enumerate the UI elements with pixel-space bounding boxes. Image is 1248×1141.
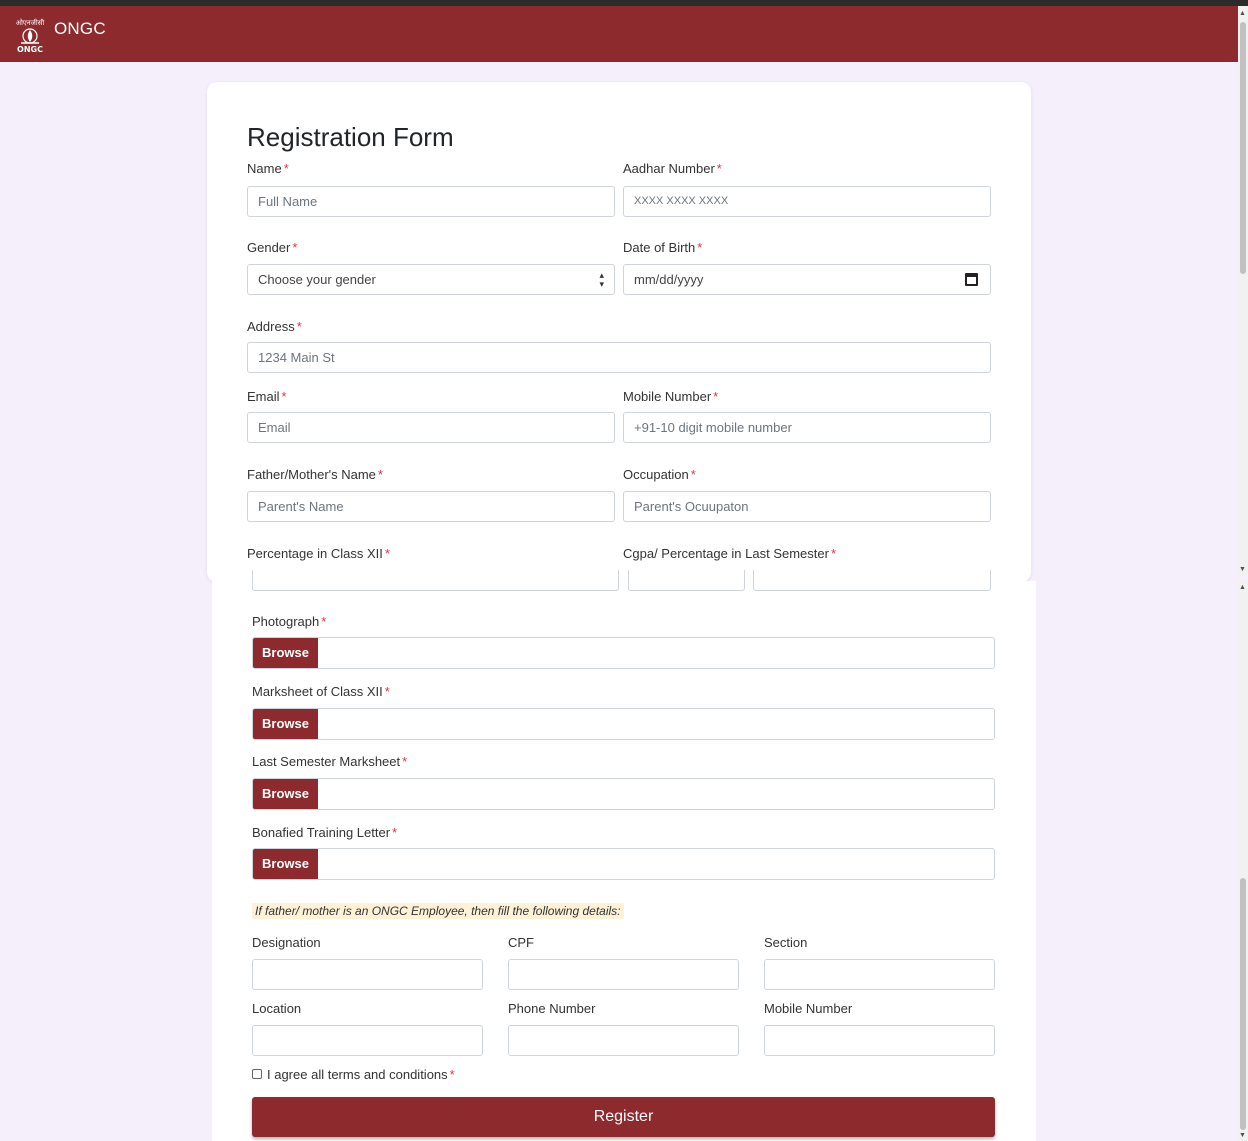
page-title: Registration Form	[247, 122, 454, 152]
location-input[interactable]	[252, 1025, 483, 1056]
cpf-label: CPF	[508, 935, 534, 950]
cgpa-type-select[interactable]	[628, 570, 745, 591]
scrollbar-thumb[interactable]	[1240, 878, 1246, 1130]
aadhar-label: Aadhar Number *	[623, 161, 722, 176]
ongc-logo-icon[interactable]: ओएनजीसी ONGC	[10, 16, 50, 54]
browse-button[interactable]: Browse	[253, 779, 318, 809]
scrollbar-upper[interactable]: ▲ ▼	[1238, 6, 1248, 576]
mobile-label: Mobile Number *	[623, 389, 719, 404]
marksheet-xii-file-input[interactable]: Browse	[252, 708, 995, 740]
browse-button[interactable]: Browse	[253, 638, 318, 668]
training-letter-file-input[interactable]: Browse	[252, 848, 995, 880]
name-input[interactable]: Full Name	[247, 186, 615, 217]
aadhar-input[interactable]: XXXX XXXX XXXX	[623, 186, 991, 217]
dob-input[interactable]: mm/dd/yyyy	[623, 264, 991, 295]
percentage-xii-label: Percentage in Class XII *	[247, 546, 390, 561]
parent-name-label: Father/Mother's Name *	[247, 467, 383, 482]
phone-number-input[interactable]	[508, 1025, 739, 1056]
photograph-file-input[interactable]: Browse	[252, 637, 995, 669]
location-label: Location	[252, 1001, 302, 1016]
photograph-label: Photograph *	[252, 614, 327, 629]
gender-label: Gender *	[247, 240, 298, 255]
occupation-input[interactable]: Parent's Ocuupaton	[623, 491, 991, 522]
cgpa-label: Cgpa/ Percentage in Last Semester *	[623, 546, 837, 561]
address-label: Address *	[247, 319, 302, 334]
cgpa-input[interactable]	[753, 570, 991, 591]
terms-checkbox[interactable]	[252, 1069, 262, 1079]
scroll-up-arrow-icon[interactable]: ▲	[1239, 584, 1246, 592]
scroll-down-arrow-icon[interactable]: ▼	[1239, 566, 1246, 574]
up-down-caret-icon: ▴ ▾	[599, 270, 604, 289]
email-input[interactable]: Email	[247, 412, 615, 443]
employee-note: If father/ mother is an ONGC Employee, t…	[252, 903, 624, 919]
last-semester-file-input[interactable]: Browse	[252, 778, 995, 810]
scroll-up-arrow-icon[interactable]: ▲	[1239, 10, 1246, 18]
logo-text: ONGC	[17, 45, 43, 54]
parent-name-input[interactable]: Parent's Name	[247, 491, 615, 522]
email-label: Email *	[247, 389, 287, 404]
scrollbar-thumb[interactable]	[1240, 22, 1246, 274]
phone-number-label: Phone Number	[508, 1001, 596, 1016]
scroll-down-arrow-icon[interactable]: ▼	[1239, 1132, 1246, 1140]
occupation-label: Occupation *	[623, 467, 696, 482]
designation-label: Designation	[252, 935, 321, 950]
percentage-xii-input[interactable]	[252, 570, 619, 591]
gender-select[interactable]: Choose your gender ▴ ▾	[247, 264, 615, 295]
cpf-input[interactable]	[508, 959, 739, 990]
logo-text-hindi: ओएनजीसी	[16, 18, 45, 27]
section-input[interactable]	[764, 959, 995, 990]
name-label: Name *	[247, 161, 289, 176]
dob-label: Date of Birth *	[623, 240, 703, 255]
brand-name[interactable]: ONGC	[54, 19, 106, 39]
navbar: ओएनजीसी ONGC ONGC	[0, 6, 1238, 62]
section-label: Section	[764, 935, 808, 950]
employee-mobile-label: Mobile Number	[764, 1001, 853, 1016]
calendar-icon[interactable]	[965, 273, 978, 286]
register-button[interactable]: Register	[252, 1097, 995, 1137]
last-semester-marksheet-label: Last Semester Marksheet *	[252, 754, 408, 769]
training-letter-label: Bonafied Training Letter *	[252, 825, 398, 840]
dob-placeholder: mm/dd/yyyy	[634, 272, 704, 287]
gender-select-value: Choose your gender	[258, 272, 376, 287]
designation-input[interactable]	[252, 959, 483, 990]
address-input[interactable]: 1234 Main St	[247, 342, 991, 373]
browse-button[interactable]: Browse	[253, 849, 318, 879]
scrollbar-lower[interactable]: ▲ ▼	[1238, 580, 1248, 1141]
terms-label[interactable]: I agree all terms and conditions *	[267, 1067, 455, 1082]
mobile-input[interactable]: +91-10 digit mobile number	[623, 412, 991, 443]
browse-button[interactable]: Browse	[253, 709, 318, 739]
marksheet-xii-label: Marksheet of Class XII *	[252, 684, 390, 699]
employee-mobile-input[interactable]	[764, 1025, 995, 1056]
